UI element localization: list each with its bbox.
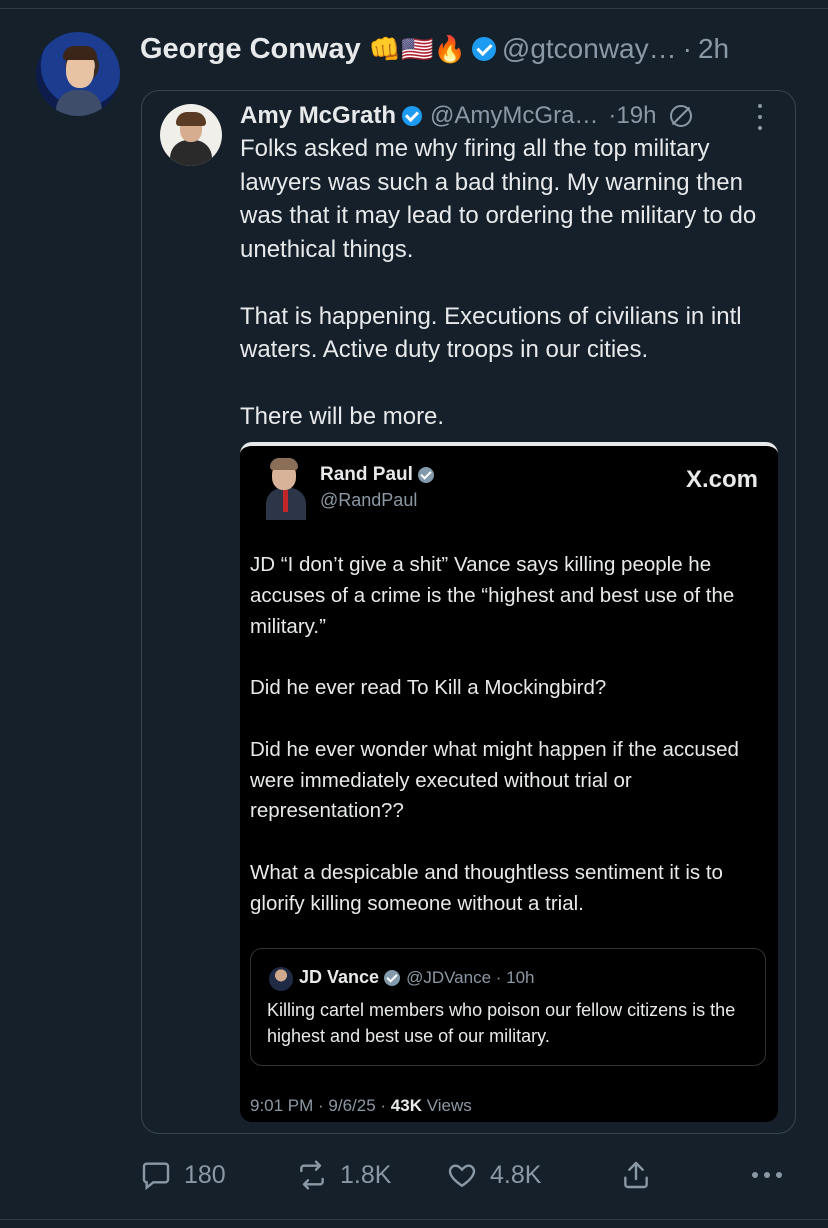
verified-badge-icon (417, 467, 434, 483)
top-divider (0, 8, 828, 9)
more-options-icon[interactable] (752, 1152, 788, 1198)
inner-author-handle: @JDVance · 10h (406, 967, 535, 987)
more-options-icon[interactable] (758, 104, 764, 130)
inner-author-avatar (269, 967, 293, 991)
inner-author-name: JD Vance (299, 967, 380, 987)
reply-button[interactable]: 180 (140, 1152, 226, 1198)
embed-paragraph: Did he ever read To Kill a Mockingbird? (250, 676, 607, 700)
x-logo: X.com (685, 466, 758, 493)
quoted-author-avatar[interactable] (160, 104, 222, 166)
embed-paragraph: JD “I don’t give a shit” Vance says kill… (250, 553, 735, 638)
reply-icon (142, 1162, 170, 1191)
quoted-post-time[interactable]: ·19h (608, 102, 656, 130)
repost-button[interactable]: 1.8K (296, 1152, 391, 1198)
embed-author-handle: @RandPaul (320, 490, 418, 510)
inner-quoted-post: JD Vance @JDVance · 10h Killing cartel m… (250, 948, 766, 1066)
quoted-paragraph: Folks asked me why firing all the top mi… (240, 135, 757, 263)
embed-author-name: Rand Paul (320, 464, 413, 485)
quoted-paragraph: That is happening. Executions of civilia… (240, 302, 742, 364)
quoted-author-name[interactable]: Amy McGrath (240, 102, 396, 130)
quoted-paragraph: There will be more. (240, 403, 445, 430)
verified-badge-icon[interactable] (402, 106, 423, 126)
embed-paragraph: Did he ever wonder what might happen if … (250, 737, 739, 823)
repost-count: 1.8K (340, 1160, 392, 1189)
embed-timestamp: 9:01 PM · 9/6/25 · (250, 1096, 391, 1115)
grok-icon[interactable] (670, 105, 693, 127)
embed-post-text: JD “I don’t give a shit” Vance says kill… (250, 550, 768, 950)
action-bar: 180 1.8K 4.8K (0, 1152, 828, 1198)
verified-badge-icon[interactable] (471, 37, 496, 61)
heart-icon (448, 1164, 476, 1188)
like-button[interactable]: 4.8K (446, 1152, 541, 1198)
inner-post-header: JD Vance @JDVance · 10h (299, 967, 535, 988)
embed-footer: 9:01 PM · 9/6/25 · 43K Views (250, 1096, 472, 1116)
embed-views-count: 43K (390, 1096, 422, 1115)
bottom-divider (0, 1219, 828, 1220)
inner-post-text: Killing cartel members who poison our fe… (267, 1000, 736, 1046)
screenshot-image[interactable]: Rand Paul @RandPaul X.com JD “I don’t gi… (240, 442, 778, 1122)
embed-author-header: Rand Paul (320, 464, 434, 486)
separator: · (682, 33, 692, 64)
post-header: George Conway 👊🇺🇸🔥 @gtconway… · 2h (140, 28, 729, 70)
quoted-author-handle[interactable]: @AmyMcGra… (430, 102, 598, 130)
embed-paragraph: What a despicable and thoughtless sentim… (250, 860, 723, 915)
author-handle[interactable]: @gtconway… (502, 33, 677, 65)
quoted-post-header: Amy McGrath @AmyMcGra… ·19h (240, 98, 693, 134)
like-count: 4.8K (490, 1160, 542, 1189)
author-name[interactable]: George Conway (140, 33, 361, 66)
post-time[interactable]: 2h (698, 33, 729, 65)
verified-badge-icon (384, 969, 401, 986)
reply-count: 180 (184, 1160, 226, 1189)
embed-author-avatar (262, 458, 310, 520)
embed-views-label: Views (421, 1096, 472, 1115)
share-button[interactable] (620, 1152, 664, 1198)
name-emojis: 👊🇺🇸🔥 (368, 33, 466, 64)
author-avatar[interactable] (36, 32, 120, 116)
repost-icon (300, 1160, 324, 1190)
quoted-post-text: Folks asked me why firing all the top mi… (240, 132, 780, 467)
share-icon (624, 1161, 648, 1189)
